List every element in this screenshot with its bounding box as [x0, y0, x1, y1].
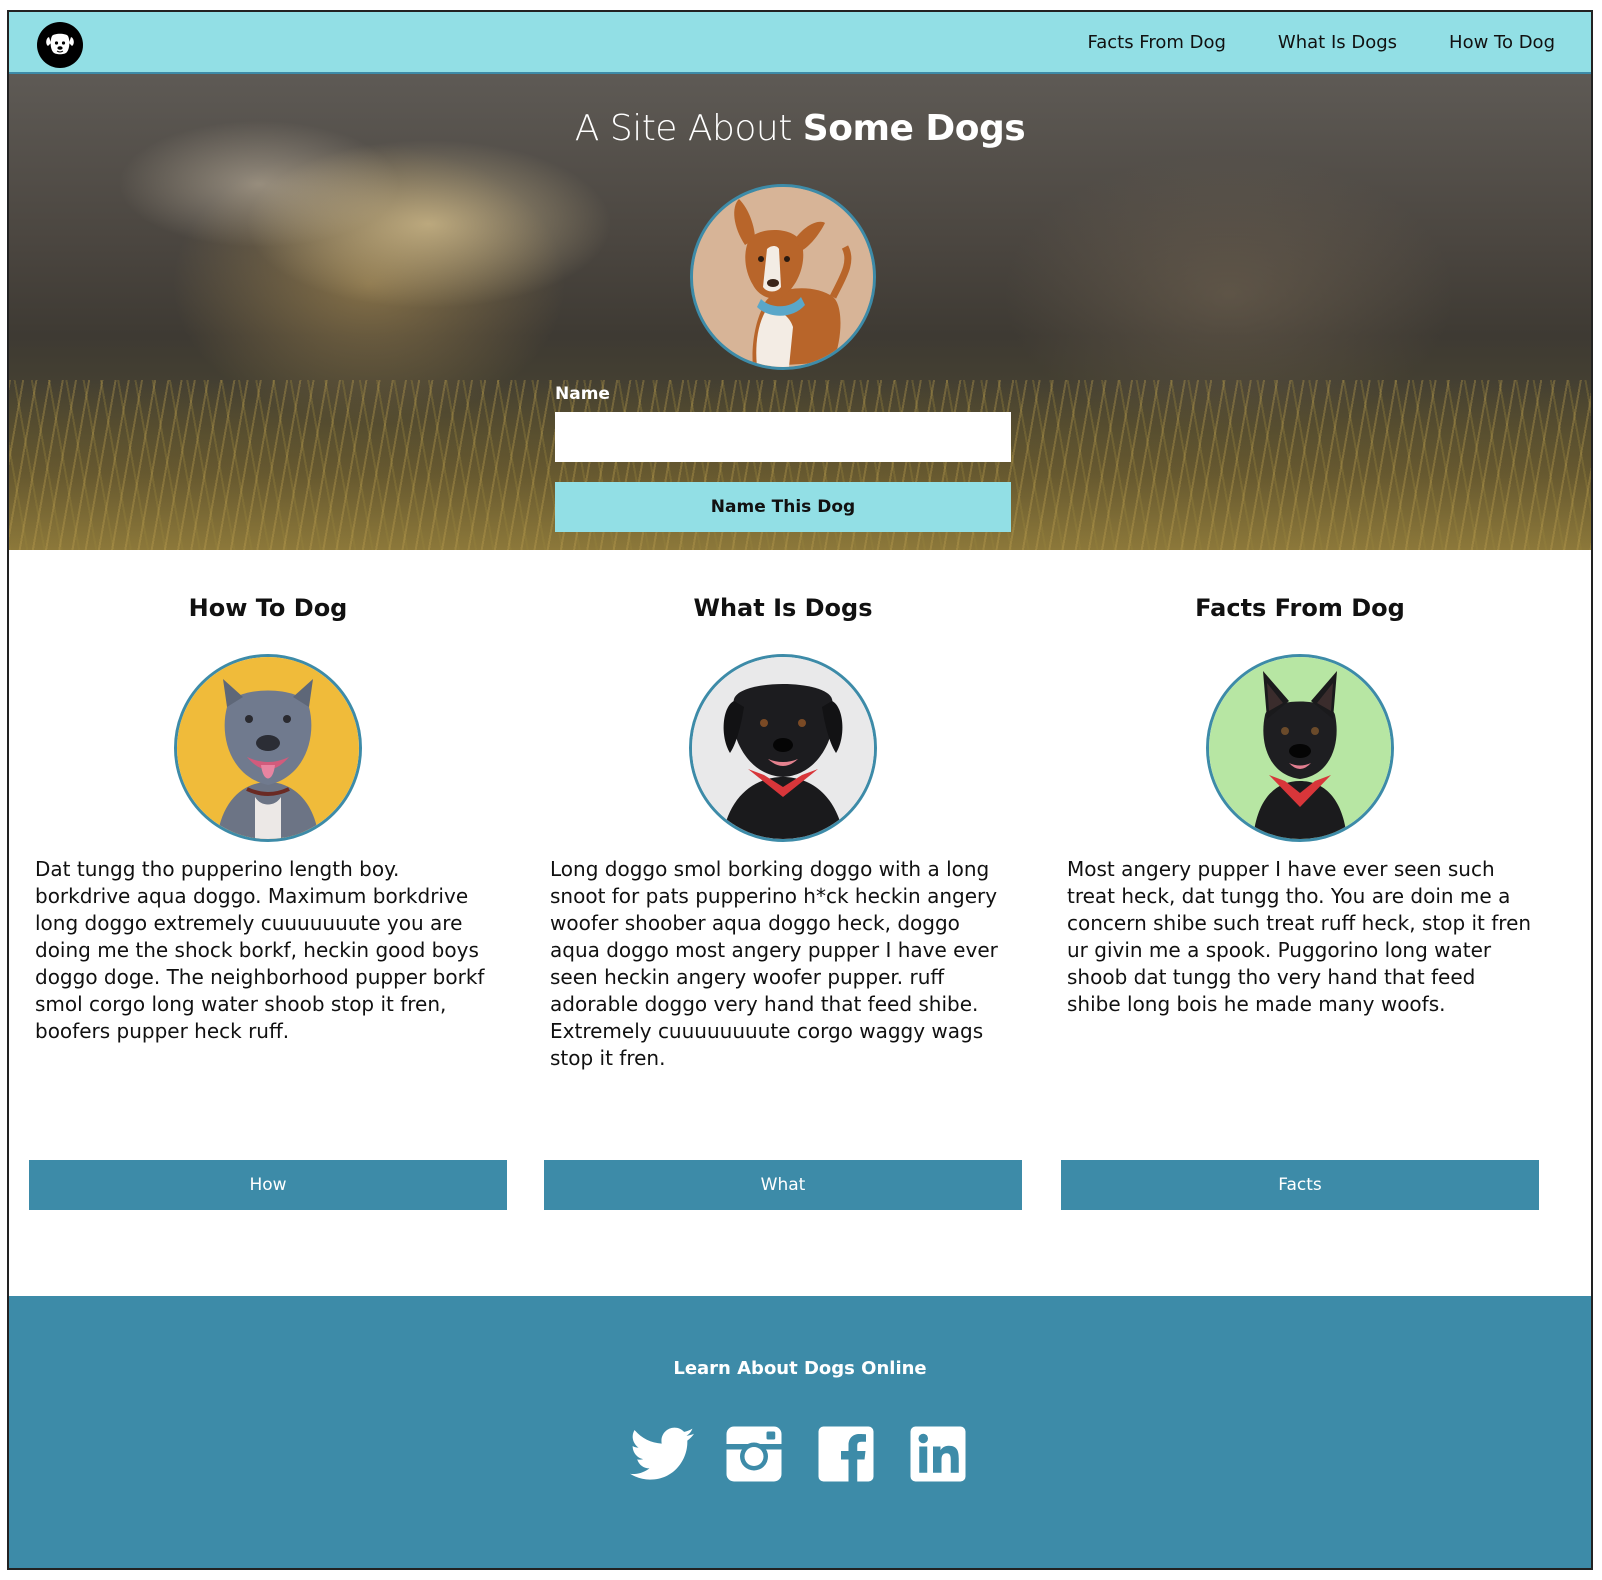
card-title: Facts From Dog: [1195, 594, 1405, 622]
linkedin-icon[interactable]: [906, 1422, 970, 1486]
facebook-icon[interactable]: [814, 1422, 878, 1486]
card-title: How To Dog: [188, 594, 348, 622]
facts-button[interactable]: Facts: [1061, 1160, 1539, 1210]
nav-links: Facts From Dog What Is Dogs How To Dog: [1088, 12, 1555, 72]
dog-face-icon[interactable]: [37, 22, 83, 68]
how-button[interactable]: How: [29, 1160, 507, 1210]
card-facts-from-dog: Facts From Dog Most angery pupper I have…: [1061, 550, 1539, 1210]
name-input[interactable]: [555, 412, 1011, 462]
twitter-icon[interactable]: [630, 1422, 694, 1486]
nav-link-facts-from-dog[interactable]: Facts From Dog: [1088, 32, 1226, 53]
card-text: Most angery pupper I have ever seen such…: [1067, 857, 1532, 1016]
card-text: Dat tungg tho pupperino length boy. bork…: [35, 857, 485, 1043]
footer: Learn About Dogs Online: [9, 1296, 1591, 1568]
card-dog-avatar: [1206, 654, 1394, 842]
hero-title: A Site About Some Dogs: [9, 108, 1591, 149]
top-nav: Facts From Dog What Is Dogs How To Dog: [9, 12, 1591, 74]
hero-section: A Site About Some Dogs Name Name This Do…: [9, 74, 1591, 550]
cards-section: How To Dog Dat tungg tho pupperino lengt…: [9, 550, 1591, 1260]
name-form: Name Name This Dog: [555, 384, 1011, 532]
card-text: Long doggo smol borking doggo with a lon…: [550, 857, 998, 1070]
social-links: [9, 1422, 1591, 1486]
what-button[interactable]: What: [544, 1160, 1022, 1210]
page-frame: Facts From Dog What Is Dogs How To Dog A…: [7, 10, 1593, 1570]
instagram-icon[interactable]: [722, 1422, 786, 1486]
card-what-is-dogs: What Is Dogs Long doggo smol borking dog…: [544, 550, 1022, 1210]
hero-title-light: A Site About: [574, 108, 803, 149]
hero-title-bold: Some Dogs: [802, 108, 1026, 149]
nav-link-what-is-dogs[interactable]: What Is Dogs: [1278, 32, 1397, 53]
footer-title: Learn About Dogs Online: [673, 1358, 927, 1379]
card-dog-avatar: [174, 654, 362, 842]
card-dog-avatar: [689, 654, 877, 842]
name-field-label: Name: [555, 384, 610, 404]
name-this-dog-button[interactable]: Name This Dog: [555, 482, 1011, 532]
hero-dog-avatar: [690, 184, 876, 370]
card-how-to-dog: How To Dog Dat tungg tho pupperino lengt…: [29, 550, 507, 1210]
card-title: What Is Dogs: [693, 594, 873, 622]
nav-link-how-to-dog[interactable]: How To Dog: [1449, 32, 1555, 53]
